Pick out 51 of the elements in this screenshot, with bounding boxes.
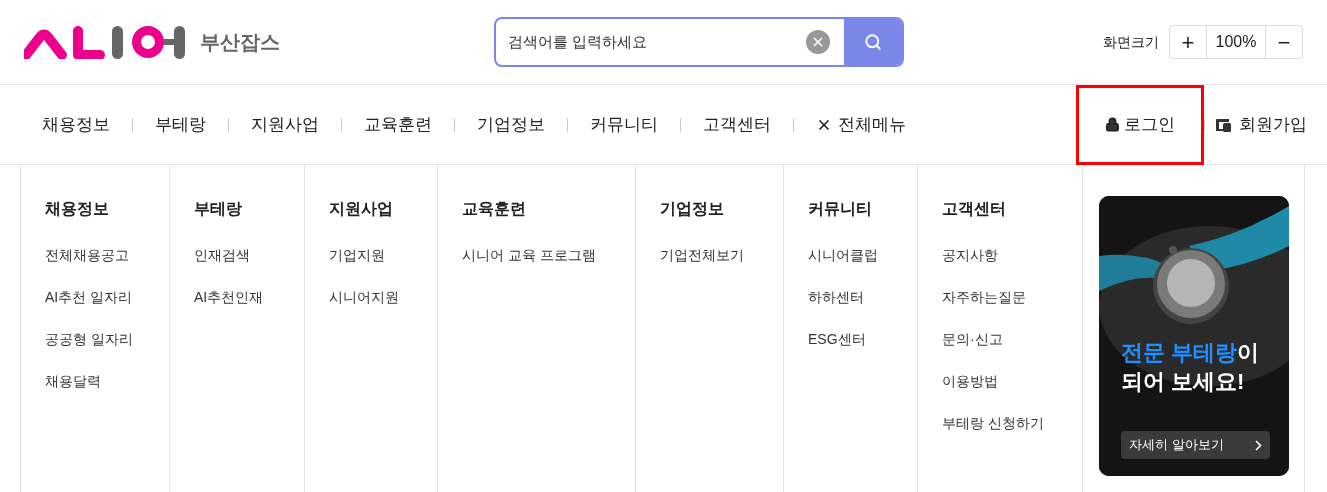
zoom-in-button[interactable]: + <box>1170 26 1206 58</box>
menu-link[interactable]: 문의·신고 <box>942 329 1082 350</box>
zoom-label: 화면크기 <box>1103 32 1159 52</box>
banner-headline: 되어 보세요! <box>1121 368 1246 396</box>
nav-item[interactable]: 지원사업 <box>229 111 341 138</box>
nav-item[interactable]: 기업정보 <box>455 111 567 138</box>
search-button[interactable] <box>844 19 902 65</box>
site-name: 부산잡스 <box>200 30 280 55</box>
menu-heading: 부테랑 <box>194 199 243 219</box>
promo-banner[interactable]: 전문 부테랑이 되어 보세요! 자세히 알아보기 <box>1099 196 1289 476</box>
signup-link[interactable]: 회원가입 <box>1205 111 1307 138</box>
menu-heading: 커뮤니티 <box>808 199 873 219</box>
menu-link[interactable]: 하하센터 <box>808 287 917 308</box>
menu-link[interactable]: 자주하는질문 <box>942 287 1082 308</box>
menu-link[interactable]: 인재검색 <box>194 245 304 266</box>
menu-link[interactable]: 공공형 일자리 <box>45 329 169 350</box>
banner-headline: 전문 부테랑이 <box>1121 339 1260 367</box>
menu-heading: 채용정보 <box>45 199 110 219</box>
search-field[interactable]: 검색어를 입력하세요 <box>496 30 806 54</box>
menu-heading: 기업정보 <box>660 199 725 219</box>
menu-heading: 고객센터 <box>942 199 1007 219</box>
menu-heading: 지원사업 <box>329 199 394 219</box>
nav-item[interactable]: 채용정보 <box>20 111 132 138</box>
menu-link[interactable]: 시니어 교육 프로그램 <box>462 245 635 266</box>
nav-item[interactable]: 부테랑 <box>133 111 228 138</box>
learn-more-button[interactable]: 자세히 알아보기 <box>1121 431 1270 459</box>
menu-link[interactable]: AI추천인재 <box>194 287 304 308</box>
zoom-value: 100% <box>1206 26 1266 58</box>
menu-link[interactable]: 채용달력 <box>45 371 169 392</box>
zoom-out-button[interactable]: − <box>1266 26 1302 58</box>
menu-link[interactable]: 이용방법 <box>942 371 1082 392</box>
menu-link[interactable]: 부테랑 신청하기 <box>942 413 1082 434</box>
nav-item[interactable]: 교육훈련 <box>342 111 454 138</box>
menu-link[interactable]: AI추천 일자리 <box>45 287 169 308</box>
search-bar[interactable]: 검색어를 입력하세요 <box>494 17 904 67</box>
search-icon <box>864 33 882 51</box>
menu-link[interactable]: 시니어지원 <box>329 287 437 308</box>
menu-link[interactable]: ESG센터 <box>808 329 917 350</box>
clear-icon[interactable] <box>806 30 830 54</box>
menu-link[interactable]: 시니어클럽 <box>808 245 917 266</box>
lock-icon <box>1105 117 1120 132</box>
login-link[interactable]: 로그인 <box>1076 84 1204 165</box>
menu-link[interactable]: 기업전체보기 <box>660 245 783 266</box>
nav-item[interactable]: 커뮤니티 <box>568 111 680 138</box>
chevron-icon <box>1255 439 1262 451</box>
menu-link[interactable]: 기업지원 <box>329 245 437 266</box>
all-menu-link[interactable]: 전체메뉴 <box>794 111 928 138</box>
menu-link[interactable]: 공지사항 <box>942 245 1082 266</box>
menu-link[interactable]: 전체채용공고 <box>45 245 169 266</box>
menu-heading: 교육훈련 <box>462 199 527 219</box>
nav-item[interactable]: 고객센터 <box>681 111 793 138</box>
